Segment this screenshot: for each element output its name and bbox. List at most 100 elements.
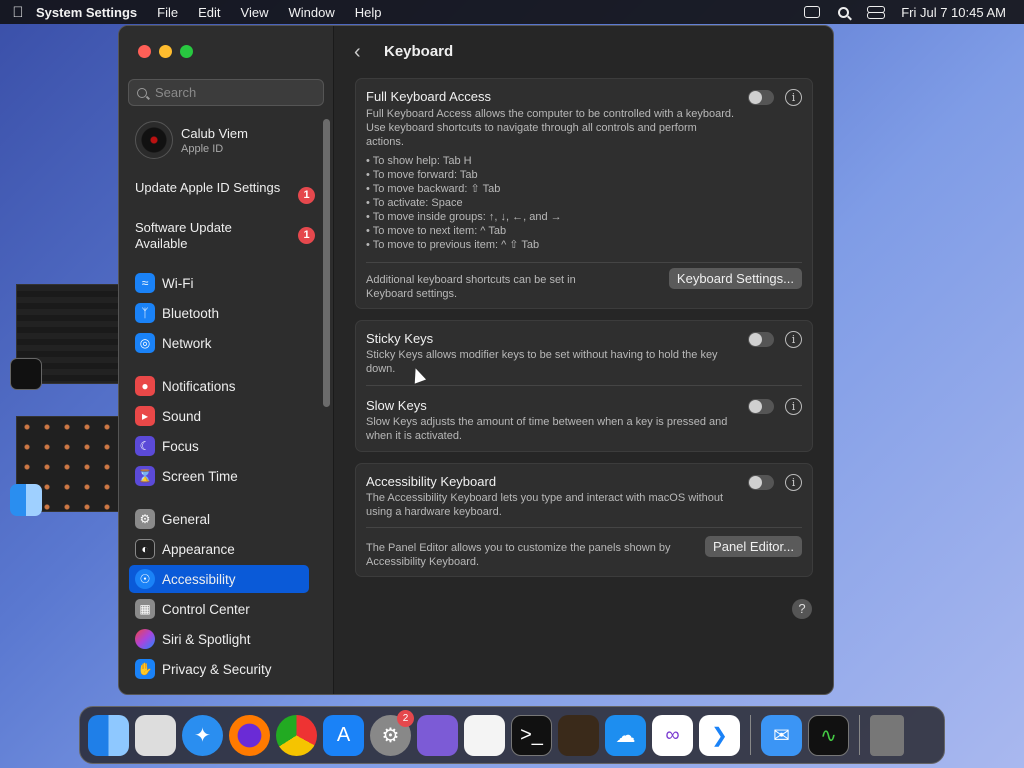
settings-window: Search Calub Viem Apple ID Update Apple …: [118, 25, 834, 695]
info-icon[interactable]: i: [785, 474, 802, 491]
textedit-icon[interactable]: [464, 714, 505, 756]
sidebar-item-appearance[interactable]: ◐ Appearance: [129, 535, 309, 563]
vscode-icon[interactable]: ❯: [699, 714, 740, 756]
visual-studio-icon[interactable]: ∞: [652, 714, 693, 756]
bell-icon: ●: [135, 376, 155, 396]
shortcut-item: • To move to previous item: ^ ⇧ Tab: [366, 239, 540, 251]
sidebar-item-wifi[interactable]: ≈ Wi-Fi: [129, 269, 309, 297]
finder-icon[interactable]: [88, 714, 129, 756]
keyboard-settings-button[interactable]: Keyboard Settings...: [668, 268, 802, 289]
notification-badge: 2: [397, 709, 414, 727]
menu-edit[interactable]: Edit: [198, 5, 220, 20]
icloud-icon[interactable]: ☁: [605, 714, 646, 756]
keyboard-settings-hint: Additional keyboard shortcuts can be set…: [366, 274, 576, 300]
sticky-keys-toggle[interactable]: [748, 332, 774, 347]
divider: [366, 262, 802, 263]
sidebar-item-sound[interactable]: ▸ Sound: [129, 402, 309, 430]
sidebar-item-label: Siri & Spotlight: [162, 631, 251, 647]
help-button[interactable]: ?: [792, 599, 812, 619]
minimize-button[interactable]: [159, 45, 172, 58]
trash-icon[interactable]: [870, 714, 904, 756]
accessibility-keyboard-title: Accessibility Keyboard: [366, 474, 497, 489]
accessibility-keyboard-description: The Accessibility Keyboard lets you type…: [366, 492, 724, 518]
app-menu[interactable]: System Settings: [36, 5, 137, 20]
search-input[interactable]: Search: [128, 79, 324, 106]
launchpad-icon[interactable]: [135, 714, 176, 756]
content-pane: ‹ Keyboard Full Keyboard Access i Full K…: [334, 26, 833, 694]
full-keyboard-access-toggle[interactable]: [748, 90, 774, 105]
control-center-icon[interactable]: [867, 5, 886, 19]
terminal-icon[interactable]: >_: [511, 714, 552, 756]
system-settings-icon[interactable]: ⚙ 2: [370, 709, 414, 756]
finder-icon[interactable]: [10, 484, 42, 516]
sidebar-item-label: Privacy & Security: [162, 661, 272, 677]
activity-monitor-icon[interactable]: ∿: [808, 714, 849, 756]
full-keyboard-access-group: Full Keyboard Access i Full Keyboard Acc…: [355, 78, 813, 309]
sidebar-item-control-center[interactable]: ▦ Control Center: [129, 595, 309, 623]
sidebar-scrollbar[interactable]: [323, 119, 330, 407]
sidebar-item-label: Accessibility: [162, 571, 236, 587]
info-icon[interactable]: i: [785, 89, 802, 106]
shortcut-item: • To move forward: Tab: [366, 169, 478, 181]
hand-icon: ✋: [135, 659, 155, 679]
firefox-icon[interactable]: [229, 714, 270, 756]
apple-id-account[interactable]: Calub Viem Apple ID: [135, 121, 248, 159]
app-store-icon[interactable]: A: [323, 714, 364, 756]
menu-clock[interactable]: Fri Jul 7 10:45 AM: [901, 5, 1006, 20]
sidebar-item-bluetooth[interactable]: ᛉ Bluetooth: [129, 299, 309, 327]
info-icon[interactable]: i: [785, 398, 802, 415]
activity-monitor-icon[interactable]: [10, 358, 42, 390]
garageband-icon[interactable]: [558, 714, 599, 756]
apple-menu-icon[interactable]: : [0, 4, 36, 21]
sidebar-item-accessibility[interactable]: ☉ Accessibility: [129, 565, 309, 593]
sidebar-item-label: Sound: [162, 408, 202, 424]
chrome-icon[interactable]: [276, 714, 317, 756]
accessibility-keyboard-toggle[interactable]: [748, 475, 774, 490]
back-chevron-icon[interactable]: ‹: [354, 41, 361, 64]
user-name: Calub Viem: [181, 125, 248, 141]
appearance-icon: ◐: [135, 539, 155, 559]
spotlight-icon[interactable]: [838, 6, 850, 18]
app-icon[interactable]: [417, 714, 458, 756]
control-center-icon: ▦: [135, 599, 155, 619]
full-keyboard-access-description: Full Keyboard Access allows the computer…: [366, 108, 735, 148]
close-button[interactable]: [138, 45, 151, 58]
hourglass-icon: ⌛: [135, 466, 155, 486]
sidebar-item-label: Notifications: [162, 378, 236, 394]
sidebar-item-label: General: [162, 511, 211, 527]
zoom-button[interactable]: [180, 45, 193, 58]
sidebar-item-notifications[interactable]: ● Notifications: [129, 372, 309, 400]
screen-mirroring-icon[interactable]: [804, 6, 821, 18]
sidebar: Search Calub Viem Apple ID Update Apple …: [119, 26, 334, 694]
software-update-notice[interactable]: Software Update Available 1: [135, 220, 315, 252]
sidebar-item-privacy-security[interactable]: ✋ Privacy & Security: [129, 655, 309, 683]
sidebar-item-screen-time[interactable]: ⌛ Screen Time: [129, 462, 309, 490]
wifi-icon: ≈: [135, 273, 155, 293]
accessibility-keyboard-group: Accessibility Keyboard i The Accessibili…: [355, 463, 813, 577]
sidebar-item-siri-spotlight[interactable]: Siri & Spotlight: [129, 625, 309, 653]
sidebar-item-label: Bluetooth: [162, 305, 220, 321]
shortcut-item: • To move to next item: ^ Tab: [366, 225, 507, 237]
dock-separator: [859, 715, 860, 755]
panel-editor-button[interactable]: Panel Editor...: [705, 536, 802, 557]
sidebar-item-general[interactable]: ⚙ General: [129, 505, 309, 533]
safari-icon[interactable]: ✦: [182, 714, 223, 756]
menu-window[interactable]: Window: [288, 5, 334, 20]
shortcut-item: • To move backward: ⇧ Tab: [366, 183, 501, 195]
bluetooth-icon: ᛉ: [135, 303, 155, 323]
sidebar-item-network[interactable]: ◎ Network: [129, 329, 309, 357]
sidebar-item-focus[interactable]: ☾ Focus: [129, 432, 309, 460]
shortcut-list: • To show help: Tab H • To move forward:…: [366, 154, 736, 252]
menu-view[interactable]: View: [241, 5, 269, 20]
menu-help[interactable]: Help: [355, 5, 382, 20]
moon-icon: ☾: [135, 436, 155, 456]
notice-badge: 1: [298, 227, 315, 244]
menu-file[interactable]: File: [157, 5, 178, 20]
mail-icon[interactable]: ✉: [761, 714, 802, 756]
info-icon[interactable]: i: [785, 331, 802, 348]
sidebar-item-label: Focus: [162, 438, 199, 454]
slow-keys-toggle[interactable]: [748, 399, 774, 414]
update-apple-id-notice[interactable]: Update Apple ID Settings 1: [135, 180, 315, 204]
search-icon: [137, 87, 147, 98]
divider: [366, 385, 802, 386]
